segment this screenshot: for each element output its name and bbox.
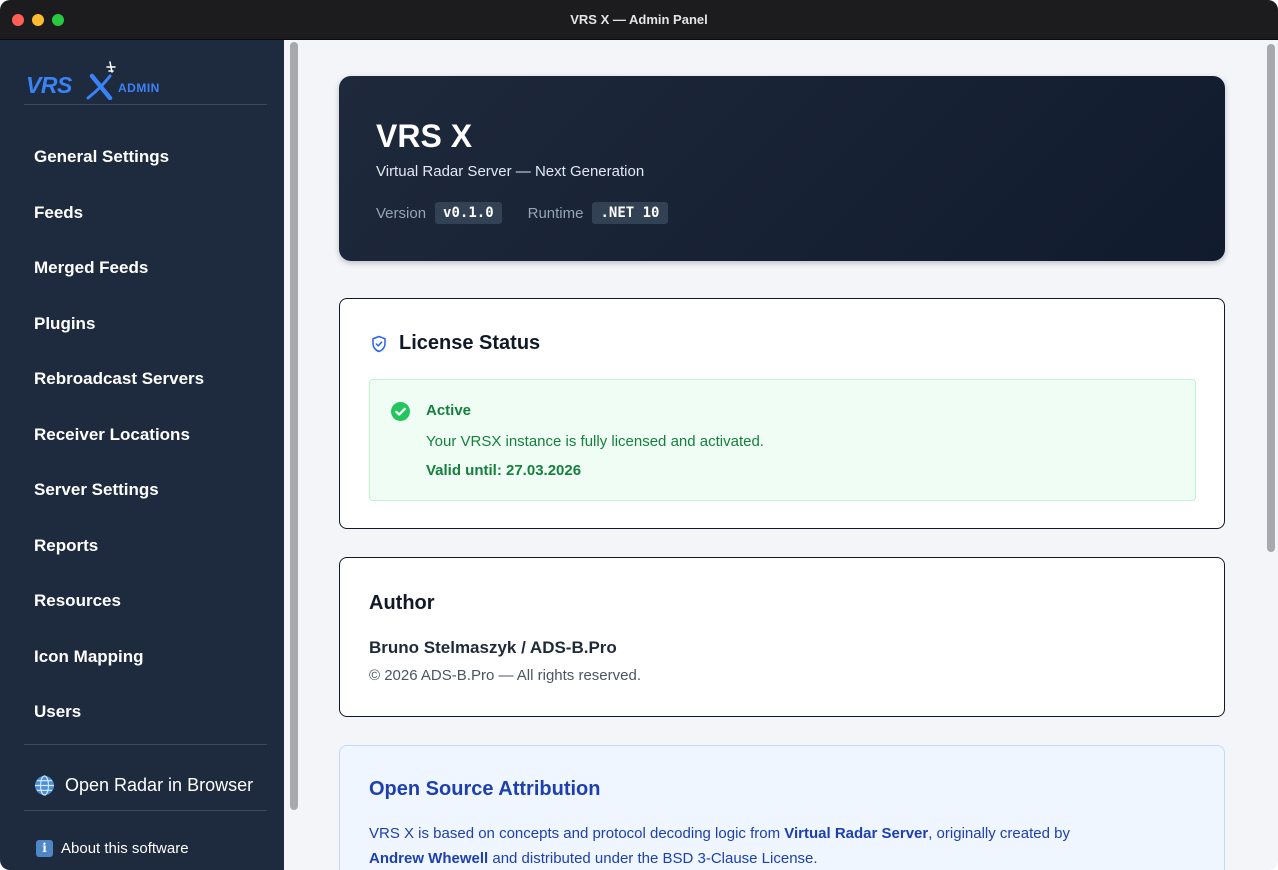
sidebar-divider <box>24 104 267 105</box>
attribution-link-vrs: Virtual Radar Server <box>784 825 929 842</box>
about-button[interactable]: i About this software <box>36 840 189 857</box>
app-window: VRS X — Admin Panel VRS ADMIN General Se… <box>0 0 1278 870</box>
sidebar: VRS ADMIN General Settings Feeds Merged … <box>0 40 284 870</box>
sidebar-scrollbar[interactable] <box>290 42 298 810</box>
info-icon: i <box>36 840 53 857</box>
license-valid-until: Valid until: 27.03.2026 <box>426 462 582 479</box>
attribution-author: Andrew Whewell <box>369 850 489 867</box>
sidebar-item-server-settings[interactable]: Server Settings <box>34 480 159 500</box>
attribution-text-2: , originally created by <box>928 825 1070 842</box>
license-description: Your VRSX instance is fully licensed and… <box>426 433 764 450</box>
sidebar-divider <box>24 810 267 811</box>
hero-title: VRS X <box>376 118 473 154</box>
hero-meta: Version v0.1.0 Runtime .NET 10 <box>376 202 694 224</box>
logo-text: VRS <box>26 72 72 98</box>
sidebar-item-general-settings[interactable]: General Settings <box>34 147 169 167</box>
check-circle-icon <box>391 402 410 421</box>
sidebar-item-reports[interactable]: Reports <box>34 536 98 556</box>
attribution-card: Open Source Attribution VRS X is based o… <box>339 745 1225 870</box>
hero-card: VRS X Virtual Radar Server — Next Genera… <box>339 76 1225 261</box>
attribution-title: Open Source Attribution <box>369 778 601 800</box>
author-name: Bruno Stelmaszyk / ADS-B.Pro <box>369 638 617 657</box>
license-title: License Status <box>399 332 541 354</box>
runtime-label: Runtime <box>527 204 584 222</box>
open-radar-label: Open Radar in Browser <box>65 775 254 795</box>
sidebar-item-users[interactable]: Users <box>34 702 81 722</box>
license-header: License Status <box>370 332 540 355</box>
hero-subtitle: Virtual Radar Server — Next Generation <box>376 163 645 180</box>
shield-check-icon <box>372 335 386 352</box>
license-status: Active <box>426 402 472 419</box>
license-active-box: Active Your VRSX instance is fully licen… <box>369 379 1196 501</box>
version-label: Version <box>376 204 427 222</box>
sidebar-item-resources[interactable]: Resources <box>34 591 121 611</box>
author-card: Author Bruno Stelmaszyk / ADS-B.Pro © 20… <box>339 557 1225 717</box>
sidebar-divider <box>24 744 267 745</box>
version-chip: v0.1.0 <box>435 202 502 224</box>
main-scrollbar[interactable] <box>1267 44 1275 552</box>
window-title: VRS X — Admin Panel <box>570 12 708 27</box>
globe-icon <box>34 775 55 796</box>
logo-badge: ADMIN <box>118 81 160 95</box>
sidebar-item-rebroadcast-servers[interactable]: Rebroadcast Servers <box>34 369 204 389</box>
author-title: Author <box>369 592 435 614</box>
sidebar-item-icon-mapping[interactable]: Icon Mapping <box>34 647 144 667</box>
attribution-text-1: VRS X is based on concepts and protocol … <box>369 825 785 842</box>
sidebar-item-receiver-locations[interactable]: Receiver Locations <box>34 425 190 445</box>
logo-x-mark-icon <box>86 61 116 100</box>
attribution-text: VRS X is based on concepts and protocol … <box>369 821 1189 870</box>
about-label: About this software <box>61 840 189 857</box>
sidebar-item-feeds[interactable]: Feeds <box>34 203 83 223</box>
license-card: License Status Active Your VRSX instance… <box>339 298 1225 529</box>
sidebar-item-plugins[interactable]: Plugins <box>34 314 95 334</box>
author-copyright: © 2026 ADS-B.Pro — All rights reserved. <box>369 667 641 684</box>
title-bar: VRS X — Admin Panel <box>0 0 1278 40</box>
open-radar-button[interactable]: Open Radar in Browser <box>34 775 253 796</box>
attribution-text-3: and distributed under the BSD 3-Clause L… <box>488 850 818 867</box>
sidebar-item-merged-feeds[interactable]: Merged Feeds <box>34 258 148 278</box>
runtime-chip: .NET 10 <box>592 202 668 224</box>
